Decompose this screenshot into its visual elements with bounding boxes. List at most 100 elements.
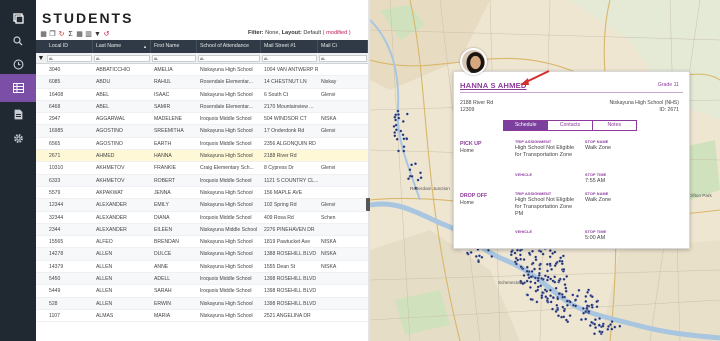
tab-notes[interactable]: Notes	[593, 121, 636, 130]
student-location-marker[interactable]	[563, 283, 567, 287]
student-location-marker[interactable]	[555, 303, 559, 307]
student-location-marker[interactable]	[593, 332, 596, 336]
student-location-marker[interactable]	[518, 248, 522, 252]
student-location-marker[interactable]	[585, 304, 589, 308]
student-location-marker[interactable]	[584, 294, 588, 298]
student-location-marker[interactable]	[579, 318, 583, 322]
student-location-marker[interactable]	[522, 258, 526, 261]
table-row[interactable]: 6333 AKHMETOV ROBERT Iroquois Middle School…	[36, 174, 368, 187]
student-location-marker[interactable]	[486, 248, 490, 252]
column-filter-input[interactable]: ᴀʟ	[198, 55, 260, 62]
column-filter-input[interactable]: ᴀʟ	[319, 55, 367, 62]
student-location-marker[interactable]	[393, 134, 397, 138]
student-location-marker[interactable]	[568, 300, 572, 304]
student-location-marker[interactable]	[545, 278, 549, 282]
student-location-marker[interactable]	[539, 284, 543, 288]
table-row[interactable]: 12344 ALEXANDER EMILY Niskayuna High School…	[36, 199, 368, 212]
student-location-marker[interactable]	[565, 303, 569, 307]
student-location-marker[interactable]	[410, 174, 414, 178]
student-location-marker[interactable]	[548, 249, 552, 253]
student-location-marker[interactable]	[551, 307, 554, 311]
student-location-marker[interactable]	[394, 113, 398, 117]
table-row[interactable]: 1107 ALMAS MARIA Niskayuna High School 2521 …	[36, 310, 368, 323]
student-location-marker[interactable]	[609, 323, 612, 327]
student-location-marker[interactable]	[536, 288, 540, 292]
student-location-marker[interactable]	[397, 116, 401, 120]
column-header[interactable]: Last Name ▲	[93, 40, 151, 53]
sum-icon[interactable]: Σ	[67, 30, 74, 39]
reset-icon[interactable]: ↺	[103, 30, 110, 39]
student-location-marker[interactable]	[587, 310, 591, 313]
student-location-marker[interactable]	[394, 118, 398, 122]
student-location-marker[interactable]	[582, 311, 586, 315]
student-location-marker[interactable]	[397, 113, 400, 116]
student-location-marker[interactable]	[557, 314, 560, 318]
student-location-marker[interactable]	[576, 294, 579, 298]
student-location-marker[interactable]	[594, 326, 598, 330]
sort-ascending-icon[interactable]: ▲	[143, 40, 150, 53]
student-location-marker[interactable]	[598, 330, 602, 333]
student-location-marker[interactable]	[558, 259, 562, 263]
student-location-marker[interactable]	[518, 253, 522, 257]
student-location-marker[interactable]	[397, 149, 400, 153]
student-location-marker[interactable]	[534, 258, 538, 262]
student-location-marker[interactable]	[396, 109, 400, 113]
student-location-marker[interactable]	[477, 260, 481, 264]
student-location-marker[interactable]	[595, 305, 599, 309]
funnel-icon[interactable]: ▼	[36, 53, 46, 64]
student-location-marker[interactable]	[564, 286, 568, 290]
student-location-marker[interactable]	[574, 298, 578, 302]
student-location-marker[interactable]	[513, 260, 517, 264]
column-header[interactable]: Mail Ci	[318, 40, 368, 53]
student-location-marker[interactable]	[536, 279, 540, 283]
student-location-marker[interactable]	[531, 249, 534, 253]
student-location-marker[interactable]	[419, 176, 423, 180]
student-location-marker[interactable]	[540, 296, 544, 300]
student-location-marker[interactable]	[559, 256, 563, 260]
student-location-marker[interactable]	[585, 306, 589, 310]
student-location-marker[interactable]	[405, 112, 409, 116]
table-row[interactable]: 3040 ABBATICCHIO AMELIA Niskayuna High Scho…	[36, 64, 368, 77]
student-location-marker[interactable]	[545, 262, 549, 266]
student-location-marker[interactable]	[600, 330, 604, 334]
table-row[interactable]: 6085 ABDU RAHUL Rosendale Elementar... 14 CH…	[36, 76, 368, 89]
student-location-marker[interactable]	[539, 262, 542, 266]
student-location-marker[interactable]	[519, 257, 523, 261]
refresh-icon[interactable]: ↻	[58, 30, 65, 39]
student-location-marker[interactable]	[557, 292, 561, 296]
table-row[interactable]: 6565 AGOSTINO EARTH Iroquois Middle School 2…	[36, 138, 368, 151]
student-location-marker[interactable]	[550, 267, 554, 271]
student-location-marker[interactable]	[536, 276, 540, 280]
column-header[interactable]: Mail Street #1	[261, 40, 318, 53]
table-row[interactable]: 528 ALLEN ERWIN Niskayuna High School 1398 R…	[36, 297, 368, 310]
student-location-marker[interactable]	[509, 253, 513, 257]
student-location-marker[interactable]	[606, 327, 610, 331]
student-location-marker[interactable]	[549, 277, 553, 281]
student-name-link[interactable]: HANNA S AHMED	[460, 81, 527, 90]
column-header[interactable]: School of Attendance	[197, 40, 261, 53]
student-location-marker[interactable]	[543, 288, 547, 292]
student-location-marker[interactable]	[562, 267, 566, 271]
student-location-marker[interactable]	[595, 300, 599, 304]
table-row[interactable]: 2344 ALEXANDER EILEEN Niskayuna Middle Scho…	[36, 223, 368, 237]
column-filter-input[interactable]: ᴀʟ	[152, 55, 196, 62]
student-location-marker[interactable]	[541, 291, 545, 295]
table-row[interactable]: 5449 ALLEN SARAH Iroquois Middle School 1398…	[36, 285, 368, 298]
table-row[interactable]: 6468 ABEL SAMIR Rosendale Elementar... 2170 …	[36, 100, 368, 114]
student-location-marker[interactable]	[525, 279, 529, 283]
table-row[interactable]: 14379 ALLEN ANNE Niskayuna High School 1555 …	[36, 261, 368, 274]
student-location-marker[interactable]	[541, 252, 545, 256]
student-location-marker[interactable]	[540, 276, 544, 280]
student-location-marker[interactable]	[533, 281, 537, 285]
student-location-marker[interactable]	[393, 115, 397, 119]
student-location-marker[interactable]	[560, 293, 564, 296]
student-location-marker[interactable]	[564, 289, 568, 293]
table-row[interactable]: 5450 ALLEN ADELL Iroquois Middle School 1398…	[36, 273, 368, 286]
student-location-marker[interactable]	[584, 317, 588, 321]
student-location-marker[interactable]	[549, 294, 553, 298]
student-location-marker[interactable]	[561, 254, 565, 258]
student-location-marker[interactable]	[588, 324, 592, 327]
student-location-marker[interactable]	[577, 288, 581, 292]
student-location-marker[interactable]	[561, 295, 565, 299]
table-row[interactable]: 16408 ABEL ISAAC Niskayuna High School 6 Sou…	[36, 89, 368, 101]
